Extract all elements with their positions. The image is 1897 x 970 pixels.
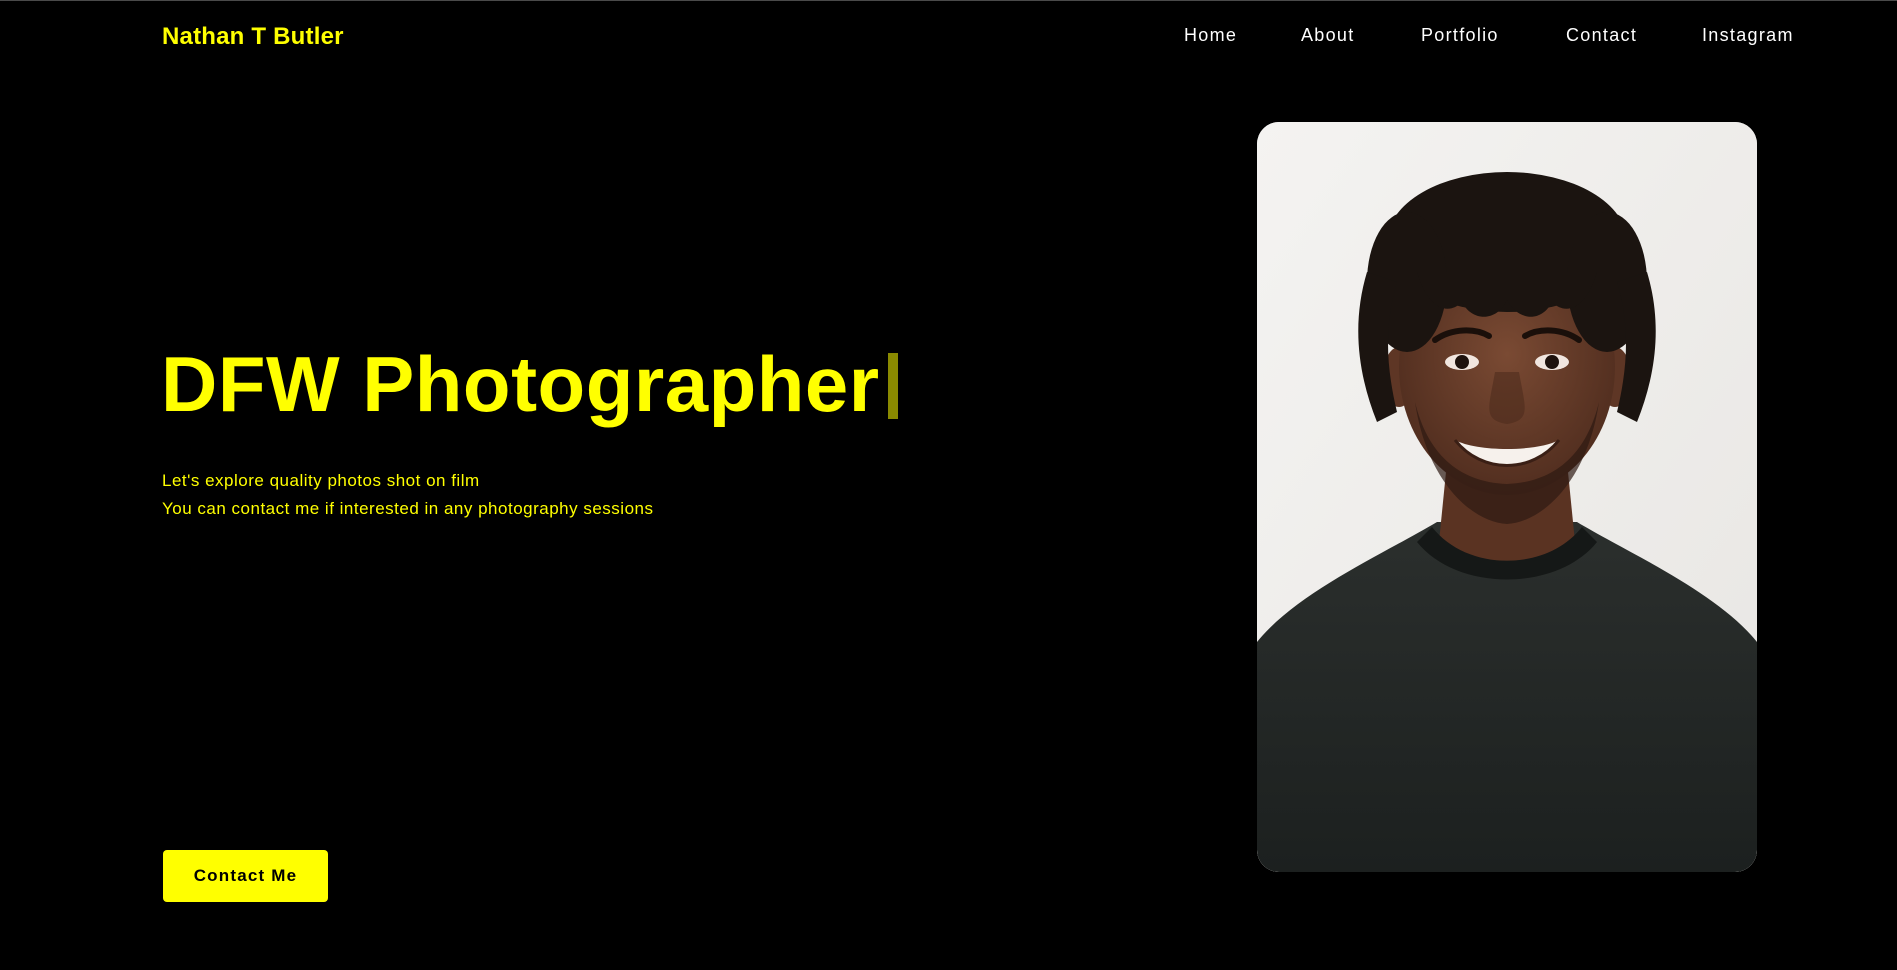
nav-contact[interactable]: Contact — [1566, 25, 1637, 46]
hero-title-text: DFW Photographer — [161, 340, 880, 428]
hero-subtitle: Let's explore quality photos shot on fil… — [162, 467, 654, 523]
main-nav: Home About Portfolio Contact Instagram — [1150, 25, 1800, 47]
nav-instagram[interactable]: Instagram — [1702, 25, 1794, 46]
nav-about[interactable]: About — [1301, 25, 1355, 46]
contact-me-button[interactable]: Contact Me — [163, 850, 328, 902]
hero-subtitle-line-1: Let's explore quality photos shot on fil… — [162, 471, 480, 490]
hero-title: DFW Photographer — [161, 339, 898, 429]
nav-home[interactable]: Home — [1184, 25, 1237, 46]
page: Nathan T Butler Home About Portfolio Con… — [0, 0, 1897, 970]
portrait-photo — [1257, 122, 1757, 872]
hero-subtitle-line-2: You can contact me if interested in any … — [162, 499, 654, 518]
nav-portfolio[interactable]: Portfolio — [1421, 25, 1499, 46]
typing-cursor — [887, 353, 898, 419]
portrait-illustration — [1257, 122, 1757, 872]
brand-logo-link[interactable]: Nathan T Butler — [162, 23, 344, 51]
